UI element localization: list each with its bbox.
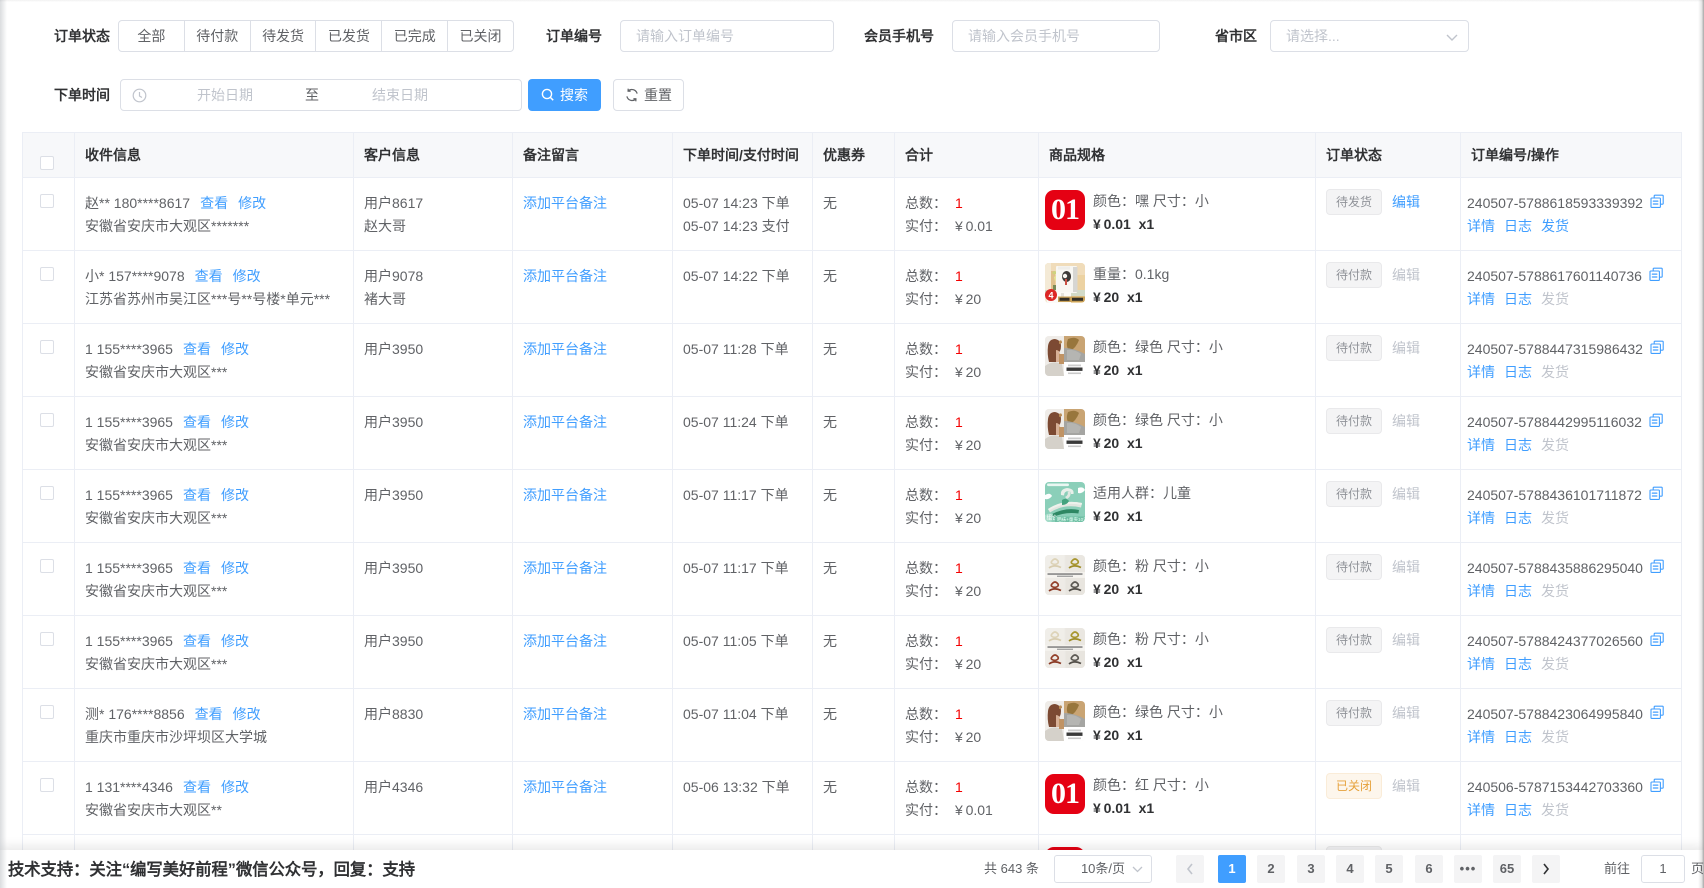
svg-text:4: 4	[1048, 291, 1053, 301]
svg-text:晒袜+童夹10只装: 晒袜+童夹10只装	[1057, 516, 1085, 522]
